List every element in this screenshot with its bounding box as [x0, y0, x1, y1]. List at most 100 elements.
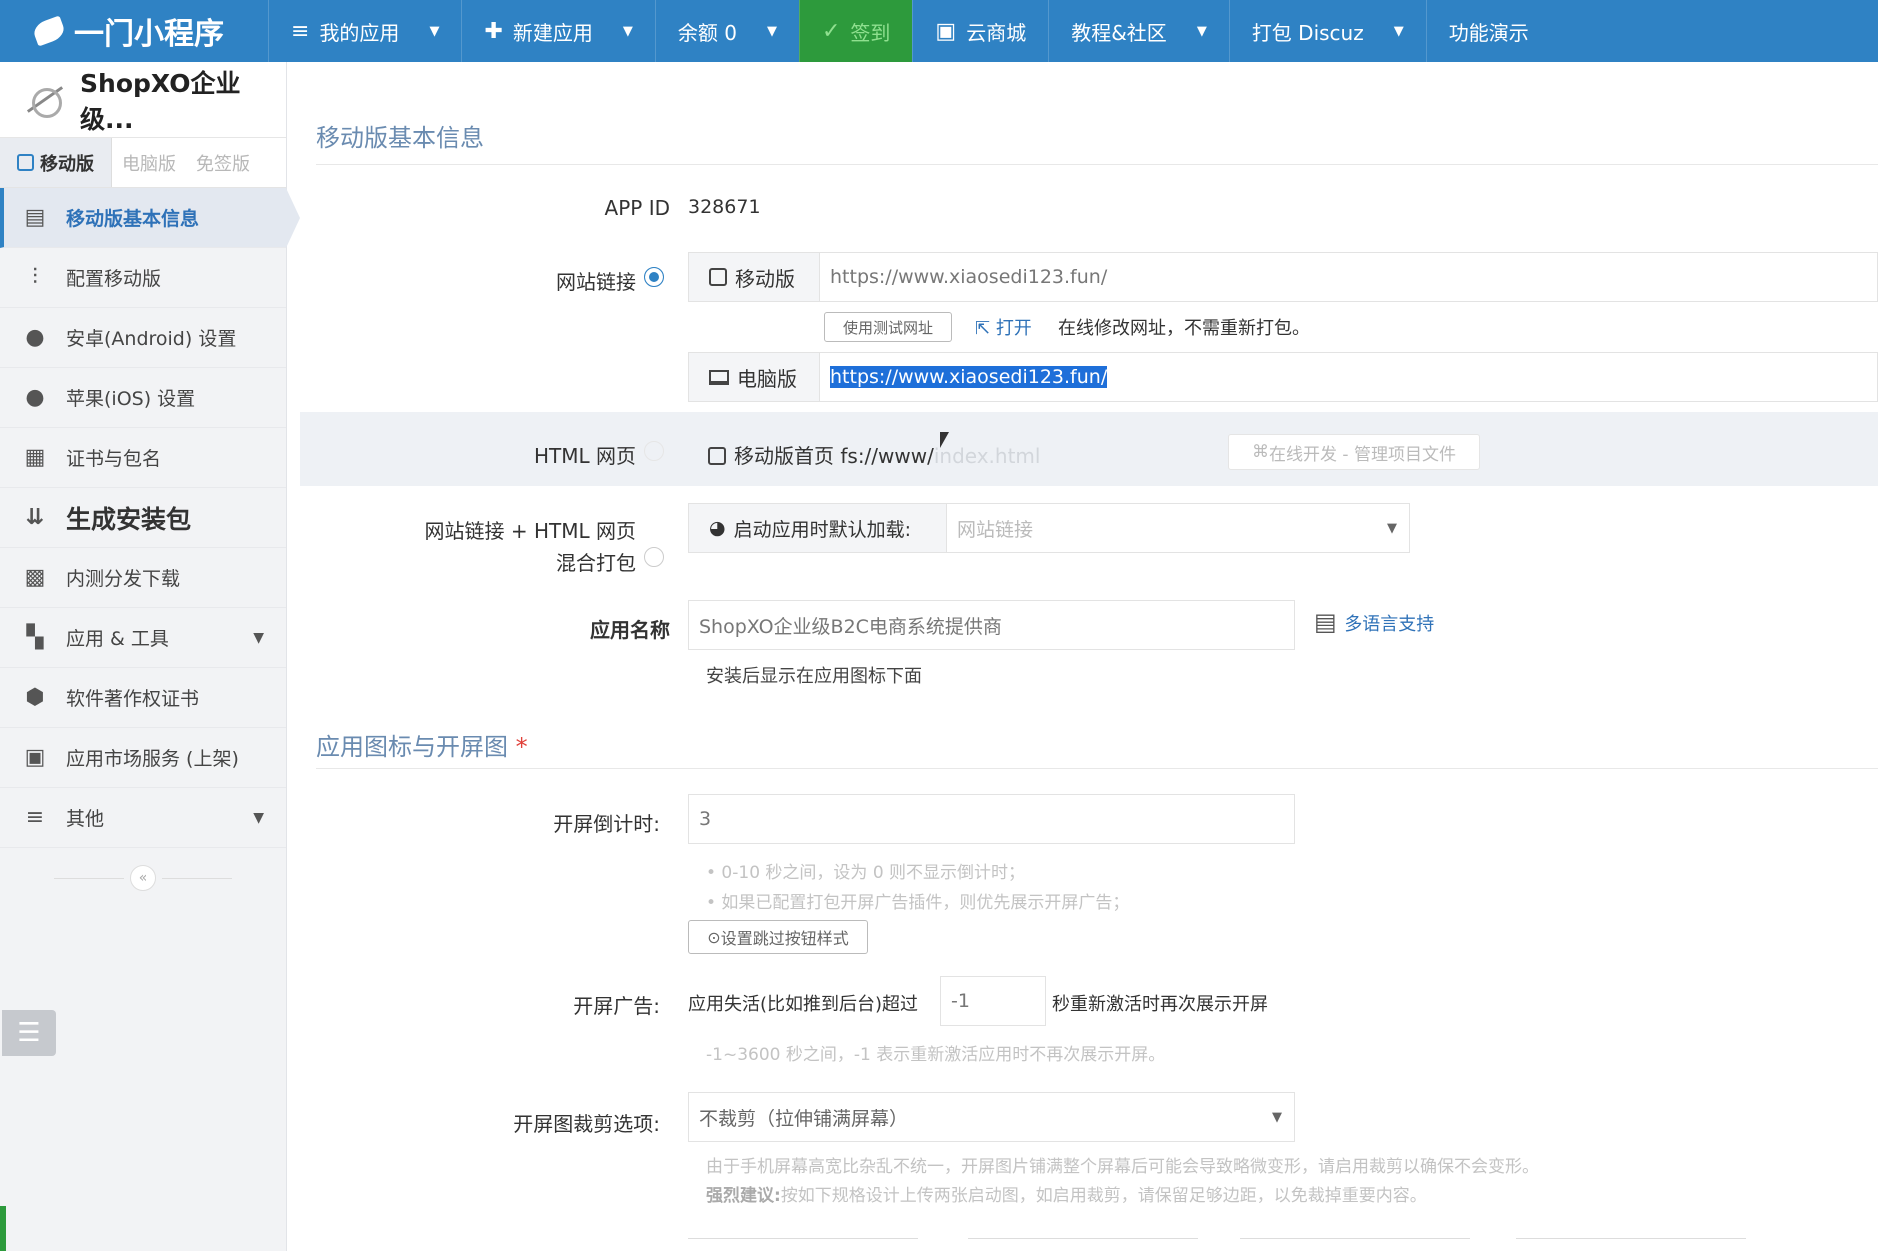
nav-label: 新建应用	[512, 20, 593, 45]
nav-label: 打包 Discuz	[1251, 20, 1364, 45]
sidebar-item-label: 安卓(Android) 设置	[66, 328, 237, 350]
globe-icon: ◕	[709, 517, 726, 539]
platform-tabs: 移动版 电脑版 免签版	[0, 138, 286, 188]
nav-tutorial[interactable]: 教程&社区 ▼	[1048, 0, 1229, 62]
brand-logo[interactable]: 一门小程序	[0, 0, 268, 62]
tab-pc[interactable]: 电脑版	[112, 138, 186, 187]
chevron-down-icon: ▼	[1387, 520, 1397, 536]
nav-label: 我的应用	[319, 20, 400, 45]
multilang-label: 多语言支持	[1344, 614, 1435, 635]
skip-style-label: 设置跳过按钮样式	[720, 929, 849, 948]
list-icon: ≡	[291, 18, 310, 44]
sidebar-item-label: 内测分发下载	[66, 568, 181, 590]
tab-label: 移动版	[40, 153, 94, 175]
status-indicator	[0, 1206, 6, 1251]
menu-icon: ≡	[25, 805, 45, 830]
online-dev-button[interactable]: ⌘ 在线开发 - 管理项目文件	[1228, 434, 1480, 470]
app-logo-icon	[18, 80, 68, 120]
nav-new-app[interactable]: ✚ 新建应用 ▼	[461, 0, 654, 62]
nav-label: 云商城	[966, 20, 1027, 45]
hamburger-icon: ☰	[17, 1018, 41, 1048]
android-icon: ●	[25, 325, 45, 350]
nav-label: 功能演示	[1448, 20, 1529, 45]
sidebar-item-copyright[interactable]: ⬢ 软件著作权证书	[0, 668, 286, 728]
sidebar-item-configure-mobile[interactable]: ⫶ 配置移动版	[0, 248, 286, 308]
crop-hint-2: 强烈建议:按如下规格设计上传两张启动图，如启用裁剪，请保留足够边距，以免裁掉重要…	[706, 1181, 1427, 1206]
sidebar-item-label: 软件著作权证书	[66, 688, 200, 710]
tab-mobile[interactable]: 移动版	[0, 138, 112, 187]
app-name-label: 应用名称	[590, 618, 670, 642]
mobile-url-input[interactable]: https://www.xiaosedi123.fun/	[819, 252, 1878, 302]
sidebar-item-label: 应用市场服务 (上架)	[66, 748, 239, 770]
mobile-icon	[708, 447, 726, 465]
crop-hint-text: 按如下规格设计上传两张启动图，如启用裁剪，请保留足够边距，以免裁掉重要内容。	[780, 1186, 1427, 1206]
sidebar-item-android[interactable]: ● 安卓(Android) 设置	[0, 308, 286, 368]
caret-down-icon: ▼	[429, 23, 440, 39]
html-page-radio[interactable]	[644, 441, 664, 461]
select-value: 网站链接	[957, 518, 1034, 541]
nav-balance[interactable]: 余额 0 ▼	[654, 0, 799, 62]
splash-ad-text-2: 秒重新激活时再次展示开屏	[1052, 994, 1268, 1015]
nav-cloud-store[interactable]: ▣ 云商城	[912, 0, 1048, 62]
open-link[interactable]: ⇱ 打开	[975, 314, 1032, 340]
sidebar-item-beta-distribution[interactable]: ▩ 内测分发下载	[0, 548, 286, 608]
sidebar: ShopXO企业级... 移动版 电脑版 免签版 ▤ 移动版基本信息 ⫶ 配置移动版…	[0, 62, 300, 1251]
collapse-left-icon[interactable]: «	[130, 865, 156, 891]
mobile-url-text: https://www.xiaosedi123.fun/	[830, 266, 1108, 288]
nav-demo[interactable]: 功能演示	[1425, 0, 1551, 62]
tab-nosign[interactable]: 免签版	[186, 138, 260, 187]
translate-icon: ▤	[1314, 608, 1345, 636]
divider	[316, 768, 1878, 769]
mix-package-label-2: 混合打包	[556, 551, 636, 575]
section-title-basic-info: 移动版基本信息	[316, 124, 484, 152]
skip-style-button[interactable]: ⊙ 设置跳过按钮样式	[688, 920, 868, 954]
sidebar-item-mobile-basic-info[interactable]: ▤ 移动版基本信息	[0, 188, 300, 248]
startup-load-select[interactable]: 网站链接 ▼	[946, 503, 1410, 553]
tab-label: 免签版	[196, 153, 250, 175]
crop-option-select[interactable]: 不裁剪（拉伸铺满屏幕） ▼	[688, 1092, 1295, 1142]
nav-discuz[interactable]: 打包 Discuz ▼	[1228, 0, 1426, 62]
divider	[968, 1238, 1198, 1239]
addon-label: 移动版	[735, 266, 795, 291]
sidebar-item-ios[interactable]: ● 苹果(iOS) 设置	[0, 368, 286, 428]
sidebar-item-build-package[interactable]: ⇊ 生成安装包	[0, 488, 286, 548]
sidebar-item-certificate[interactable]: ▦ 证书与包名	[0, 428, 286, 488]
open-link-label: 打开	[995, 318, 1032, 339]
website-link-radio[interactable]	[644, 267, 664, 287]
mouse-cursor-icon	[940, 432, 949, 448]
nav-sign-in[interactable]: ✓ 签到	[798, 0, 913, 62]
sidebar-item-apps-tools[interactable]: ▚ 应用 & 工具 ▼	[0, 608, 286, 668]
floating-menu-button[interactable]: ☰	[2, 1010, 56, 1056]
sidebar-item-label: 其他	[66, 808, 105, 830]
html-home-path: 移动版首页 fs://www/	[734, 444, 934, 468]
crop-option-label: 开屏图裁剪选项:	[513, 1112, 660, 1136]
pc-url-input[interactable]: https://www.xiaosedi123.fun/	[819, 352, 1878, 402]
splash-ad-seconds-input[interactable]: -1	[940, 976, 1046, 1026]
document-icon: ▤	[24, 205, 46, 230]
html-page-label: HTML 网页	[533, 444, 636, 468]
nav-my-apps[interactable]: ≡ 我的应用 ▼	[268, 0, 461, 62]
qrcode-icon: ▩	[24, 565, 46, 590]
chevron-down-icon: ▼	[253, 809, 264, 826]
sidebar-item-app-market[interactable]: ▣ 应用市场服务 (上架)	[0, 728, 286, 788]
sidebar-collapse: «	[0, 848, 286, 908]
divider	[1516, 1238, 1746, 1239]
section-title-icon-splash: 应用图标与开屏图 *	[316, 727, 528, 762]
grid-icon: ▚	[26, 625, 44, 650]
sidebar-menu: ▤ 移动版基本信息 ⫶ 配置移动版 ● 安卓(Android) 设置 ● 苹果(iOS)…	[0, 188, 300, 908]
caret-down-icon: ▼	[766, 23, 777, 39]
app-name-input[interactable]: ShopXO企业级B2C电商系统提供商	[688, 600, 1295, 650]
app-id-label: APP ID	[604, 196, 670, 220]
countdown-input[interactable]: 3	[688, 794, 1295, 844]
use-test-url-button[interactable]: 使用测试网址	[824, 312, 952, 342]
certificate-icon: ▦	[24, 445, 46, 470]
brand-name: 一门小程序	[74, 17, 224, 52]
store-icon: ▣	[935, 18, 957, 44]
sliders-icon: ⫶	[32, 265, 38, 290]
splash-ad-text-1: 应用失活(比如推到后台)超过	[688, 994, 919, 1015]
sidebar-item-other[interactable]: ≡ 其他 ▼	[0, 788, 286, 848]
mix-package-radio[interactable]	[644, 547, 664, 567]
divider	[162, 877, 232, 879]
clock-icon: ⊙	[707, 927, 721, 947]
multilang-link[interactable]: ▤ 多语言支持	[1314, 608, 1434, 636]
